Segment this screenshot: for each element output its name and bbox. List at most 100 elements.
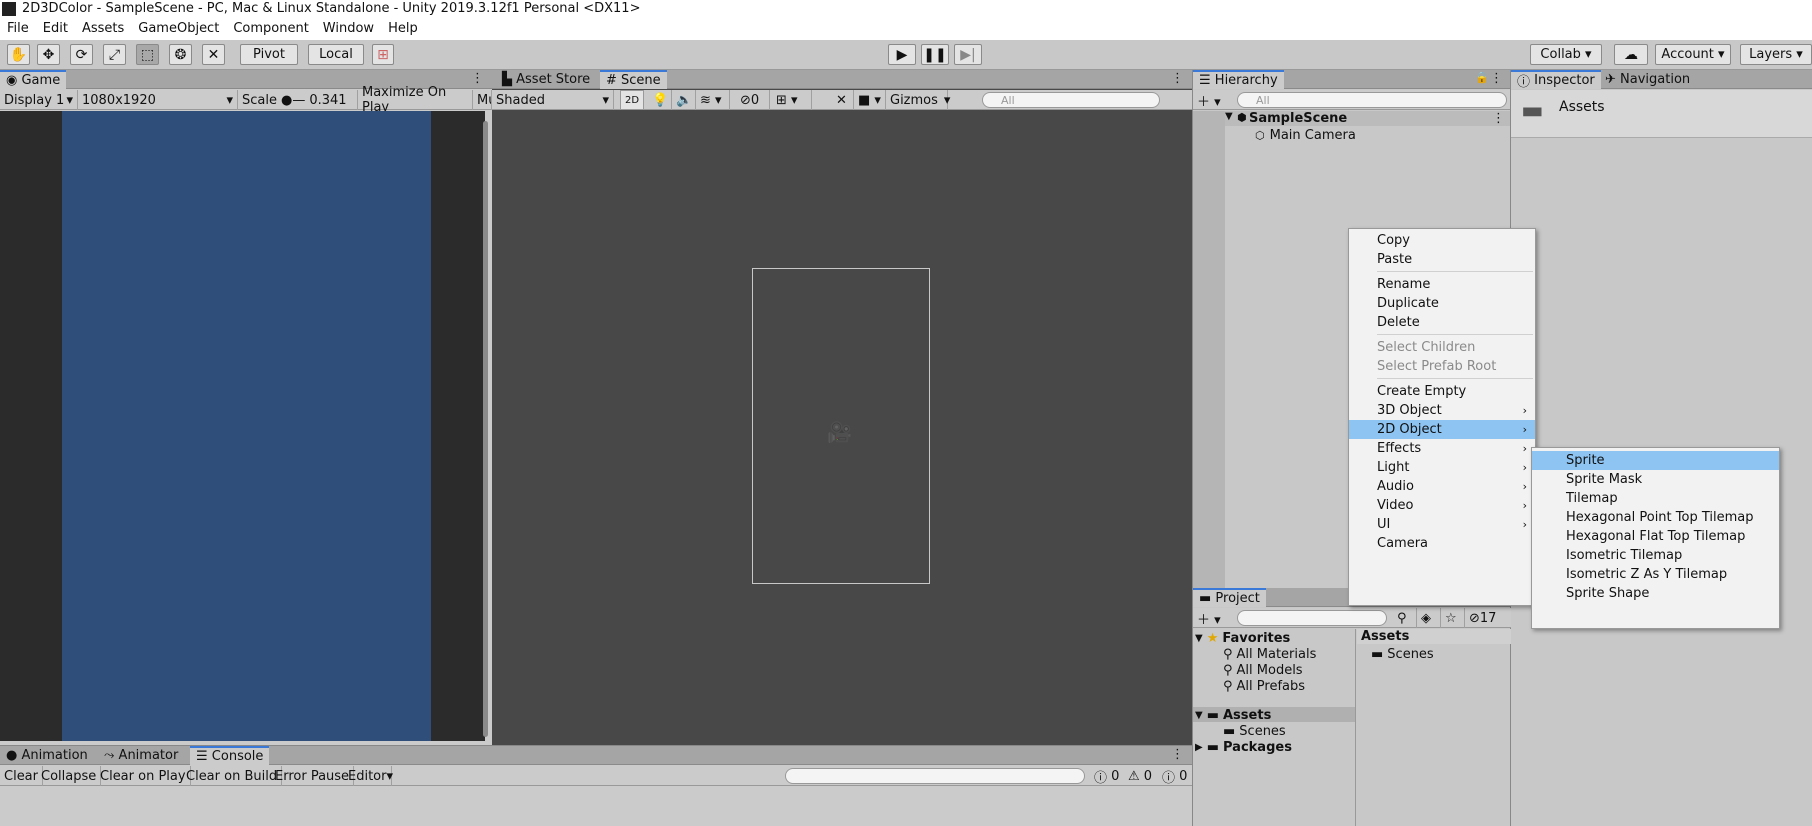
- step-button[interactable]: ▶|: [954, 44, 982, 65]
- 2d-toggle[interactable]: 2D: [620, 90, 644, 110]
- panel-menu-icon[interactable]: ⋮: [1171, 747, 1184, 762]
- favorite-item[interactable]: ⚲ All Materials: [1223, 647, 1316, 662]
- clear-on-play-button[interactable]: Clear on Play: [96, 766, 191, 786]
- lock-icon[interactable]: 🔒: [1475, 71, 1489, 84]
- submenu-item-sprite-shape[interactable]: Sprite Shape: [1532, 584, 1779, 603]
- hand-tool-button[interactable]: ✋: [7, 44, 30, 65]
- menu-item-video[interactable]: Video ›: [1349, 496, 1535, 515]
- project-create-button[interactable]: ＋ ▾: [1193, 608, 1227, 628]
- custom-tool-button[interactable]: ✕: [202, 44, 225, 65]
- collab-button[interactable]: Collab ▾: [1530, 44, 1602, 65]
- submenu-item-hex-point-top[interactable]: Hexagonal Point Top Tilemap: [1532, 508, 1779, 527]
- submenu-item-isometric-z-as-y[interactable]: Isometric Z As Y Tilemap: [1532, 565, 1779, 584]
- menu-item-3d-object[interactable]: 3D Object ›: [1349, 401, 1535, 420]
- layers-button[interactable]: Layers ▾: [1740, 44, 1812, 65]
- camera-gizmo-icon[interactable]: 🎥: [827, 420, 852, 444]
- cloud-button[interactable]: ☁: [1614, 44, 1648, 65]
- assets-row[interactable]: ▼ ▬ Assets: [1195, 708, 1271, 723]
- menu-item-camera[interactable]: Camera: [1349, 534, 1535, 553]
- console-search-input[interactable]: [785, 768, 1085, 784]
- hidden-packages-toggle[interactable]: ⊘ 17: [1465, 608, 1505, 628]
- grid-toggle[interactable]: ⊞ ▾: [772, 90, 812, 110]
- tab-animator[interactable]: ⤳ Animator: [98, 746, 184, 765]
- scene-row[interactable]: ▼ ⬢ SampleScene ⋮: [1225, 111, 1511, 126]
- menu-item-effects[interactable]: Effects ›: [1349, 439, 1535, 458]
- tab-game[interactable]: ◉ Game: [0, 70, 67, 89]
- menu-item-rename[interactable]: Rename: [1349, 275, 1535, 294]
- menu-item-duplicate[interactable]: Duplicate: [1349, 294, 1535, 313]
- scale-tool-button[interactable]: ⤢: [103, 44, 126, 65]
- menu-assets[interactable]: Assets: [75, 21, 131, 36]
- scene-search-input[interactable]: All: [982, 92, 1160, 108]
- menu-window[interactable]: Window: [316, 21, 381, 36]
- panel-menu-icon[interactable]: ⋮: [471, 71, 484, 86]
- display-select[interactable]: Display 1 ▾: [0, 90, 78, 110]
- game-scrollbar[interactable]: [483, 121, 488, 737]
- effects-toggle[interactable]: ≋ ▾: [696, 90, 730, 110]
- gizmos-select[interactable]: Gizmos ▾: [886, 90, 950, 110]
- move-tool-button[interactable]: ✥: [37, 44, 60, 65]
- shading-select[interactable]: Shaded ▾: [492, 90, 614, 110]
- account-button[interactable]: Account ▾: [1655, 44, 1731, 65]
- content-folder[interactable]: ▬ Scenes: [1371, 647, 1434, 662]
- rect-tool-button[interactable]: ⬚: [136, 44, 159, 65]
- scale-slider[interactable]: Scale ●— 0.341: [238, 90, 358, 110]
- menu-item-audio[interactable]: Audio ›: [1349, 477, 1535, 496]
- submenu-item-hex-flat-top[interactable]: Hexagonal Flat Top Tilemap: [1532, 527, 1779, 546]
- favorite-item[interactable]: ⚲ All Prefabs: [1223, 679, 1305, 694]
- scene-menu-icon[interactable]: ⋮: [1492, 111, 1505, 126]
- tab-inspector[interactable]: ⓘ Inspector: [1511, 70, 1601, 90]
- hierarchy-search-input[interactable]: All: [1237, 92, 1507, 108]
- tab-hierarchy[interactable]: ☰ Hierarchy: [1193, 70, 1284, 89]
- menu-item-2d-object[interactable]: 2D Object ›: [1349, 420, 1535, 439]
- submenu-item-tilemap[interactable]: Tilemap: [1532, 489, 1779, 508]
- panel-menu-icon[interactable]: ⋮: [1490, 71, 1503, 86]
- menu-file[interactable]: File: [0, 21, 36, 36]
- submenu-item-isometric[interactable]: Isometric Tilemap: [1532, 546, 1779, 565]
- expand-icon[interactable]: ▼: [1225, 111, 1233, 122]
- resolution-select[interactable]: 1080x1920 ▾: [78, 90, 238, 110]
- lighting-toggle[interactable]: 💡: [648, 90, 672, 110]
- maximize-toggle[interactable]: Maximize On Play: [358, 85, 473, 115]
- folder-item[interactable]: ▬ Scenes: [1223, 724, 1286, 739]
- menu-item-ui[interactable]: UI ›: [1349, 515, 1535, 534]
- tab-scene[interactable]: # Scene: [600, 70, 667, 89]
- editor-select[interactable]: Editor ▾: [344, 766, 393, 786]
- tools-toggle[interactable]: ✕: [832, 90, 854, 110]
- tab-console[interactable]: ☰ Console: [190, 746, 270, 765]
- create-button[interactable]: ＋ ▾: [1193, 90, 1227, 110]
- error-count-toggle[interactable]: ⓘ 0: [1158, 766, 1192, 786]
- menu-item-paste[interactable]: Paste: [1349, 250, 1535, 269]
- menu-gameobject[interactable]: GameObject: [131, 21, 226, 36]
- log-count-toggle[interactable]: ⓘ 0: [1090, 766, 1124, 786]
- hierarchy-item[interactable]: ⬡ Main Camera: [1255, 128, 1356, 143]
- panel-menu-icon[interactable]: ⋮: [1171, 71, 1184, 86]
- collapse-button[interactable]: Collapse: [37, 766, 102, 786]
- camera-toggle[interactable]: ■ ▾: [854, 90, 886, 110]
- tab-animation[interactable]: ● Animation: [0, 746, 94, 765]
- tab-asset-store[interactable]: ▙ Asset Store: [496, 70, 596, 89]
- hidden-objects-toggle[interactable]: ⊘ 0: [736, 90, 770, 110]
- menu-help[interactable]: Help: [381, 21, 425, 36]
- audio-toggle[interactable]: 🔈: [672, 90, 696, 110]
- packages-row[interactable]: ▶ ▬ Packages: [1195, 740, 1292, 755]
- project-search-input[interactable]: [1237, 610, 1387, 626]
- clear-on-build-button[interactable]: Clear on Build: [182, 766, 283, 786]
- play-button[interactable]: ▶: [888, 44, 916, 65]
- favorites-row[interactable]: ▼ ★ Favorites: [1195, 631, 1290, 646]
- menu-component[interactable]: Component: [226, 21, 315, 36]
- snap-button[interactable]: ⊞: [372, 44, 394, 65]
- filter-label-button[interactable]: ◈: [1417, 608, 1441, 628]
- favorite-button[interactable]: ☆: [1441, 608, 1465, 628]
- menu-item-copy[interactable]: Copy: [1349, 231, 1535, 250]
- filter-type-button[interactable]: ⚲: [1393, 608, 1417, 628]
- mute-toggle[interactable]: Mu: [473, 90, 492, 110]
- pivot-button[interactable]: Pivot: [240, 44, 298, 65]
- menu-item-delete[interactable]: Delete: [1349, 313, 1535, 332]
- transform-tool-button[interactable]: ❂: [169, 44, 192, 65]
- menu-edit[interactable]: Edit: [36, 21, 75, 36]
- menu-item-light[interactable]: Light ›: [1349, 458, 1535, 477]
- menu-item-create-empty[interactable]: Create Empty: [1349, 382, 1535, 401]
- error-pause-button[interactable]: Error Pause: [271, 766, 355, 786]
- tab-navigation[interactable]: ✈ Navigation: [1599, 70, 1696, 89]
